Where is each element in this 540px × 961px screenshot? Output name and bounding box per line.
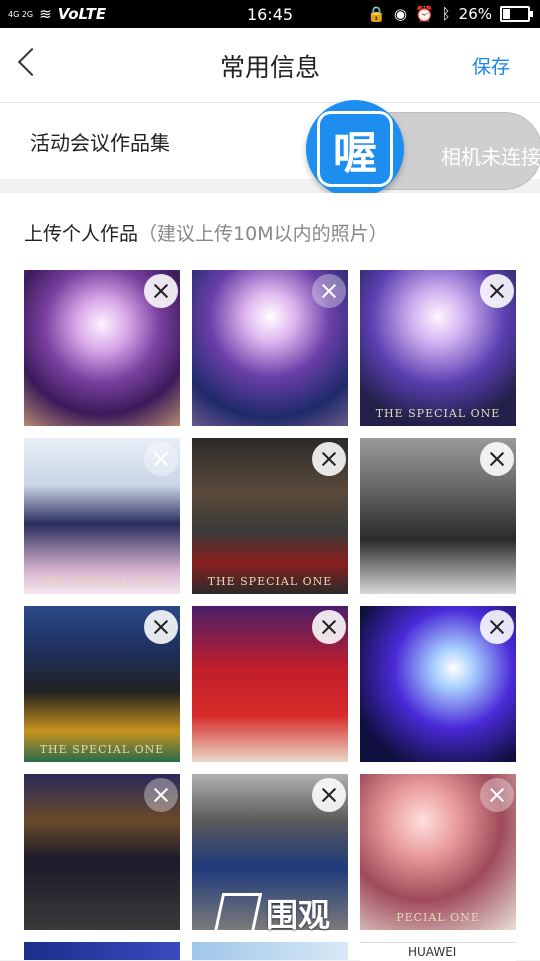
photo-caption: PECIAL ONE — [396, 911, 480, 924]
remove-photo-close-icon[interactable] — [312, 778, 346, 812]
header: 常用信息 保存 — [0, 28, 540, 103]
photo-thumbnail-partial[interactable] — [24, 942, 180, 960]
remove-photo-close-icon[interactable] — [480, 778, 514, 812]
camera-connection-widget[interactable]: 相机未连接 喔 — [306, 100, 540, 198]
camera-status-text: 相机未连接 — [441, 145, 540, 169]
remove-photo-close-icon[interactable] — [480, 610, 514, 644]
photo-caption: THE SPECIAL ONE — [207, 575, 333, 588]
remove-photo-close-icon[interactable] — [312, 610, 346, 644]
remove-photo-close-icon[interactable] — [144, 610, 178, 644]
camera-app-badge[interactable]: 喔 — [306, 100, 404, 198]
photo-thumbnail[interactable] — [360, 606, 516, 762]
photo-caption: THE SPECIAL ONE — [39, 743, 165, 756]
huawei-brand-text: HUAWEI — [408, 945, 457, 959]
photo-thumbnail-partial[interactable]: HUAWEI — [360, 942, 516, 961]
page-title: 常用信息 — [219, 53, 320, 82]
location-icon: ◉ — [393, 5, 407, 23]
status-right: 🔒 ◉ ⏰ ᛒ 26% — [367, 0, 533, 28]
photo-thumbnail[interactable]: THE SPECIAL ONE — [24, 438, 180, 594]
photo-caption: THE SPECIAL ONE — [39, 575, 165, 588]
bluetooth-icon: ᛒ — [441, 5, 451, 23]
battery-icon — [500, 6, 533, 22]
photo-caption: THE SPECIAL ONE — [375, 407, 501, 420]
photo-thumbnail[interactable]: THE SPECIAL ONE — [360, 270, 516, 426]
save-button[interactable]: 保存 — [472, 52, 510, 79]
remove-photo-close-icon[interactable] — [480, 274, 514, 308]
alarm-icon: ⏰ — [414, 5, 434, 23]
remove-photo-close-icon[interactable] — [144, 442, 178, 476]
remove-photo-close-icon[interactable] — [312, 442, 346, 476]
photo-thumbnail[interactable] — [24, 774, 180, 930]
photo-thumbnail[interactable]: PECIAL ONE — [360, 774, 516, 930]
photo-thumbnail[interactable]: THE SPECIAL ONE — [24, 606, 180, 762]
portfolio-label: 活动会议作品集 — [30, 131, 170, 155]
remove-photo-close-icon[interactable] — [144, 274, 178, 308]
remove-photo-close-icon[interactable] — [480, 442, 514, 476]
watermark: 围观 — [213, 890, 331, 936]
photo-thumbnail-partial[interactable] — [192, 942, 348, 960]
upload-hint: （建议上传10M以内的照片） — [138, 223, 388, 245]
photo-thumbnail[interactable] — [24, 270, 180, 426]
photo-thumbnail[interactable]: THE SPECIAL ONE — [192, 438, 348, 594]
upload-title: 上传个人作品（建议上传10M以内的照片） — [24, 219, 388, 246]
watermark-logo-icon — [213, 893, 263, 933]
camera-badge-logo-icon: 喔 — [317, 111, 393, 187]
photo-thumbnail[interactable] — [192, 270, 348, 426]
photo-thumbnail[interactable] — [192, 606, 348, 762]
status-bar: 4G 2G ≋ VoLTE 16:45 🔒 ◉ ⏰ ᛒ 26% — [0, 0, 540, 28]
photo-thumbnail[interactable] — [360, 438, 516, 594]
upload-title-text: 上传个人作品 — [24, 223, 139, 245]
watermark-text: 围观 — [266, 896, 331, 934]
battery-percent: 26% — [458, 5, 492, 23]
remove-photo-close-icon[interactable] — [312, 274, 346, 308]
lock-icon: 🔒 — [367, 5, 386, 23]
remove-photo-close-icon[interactable] — [144, 778, 178, 812]
